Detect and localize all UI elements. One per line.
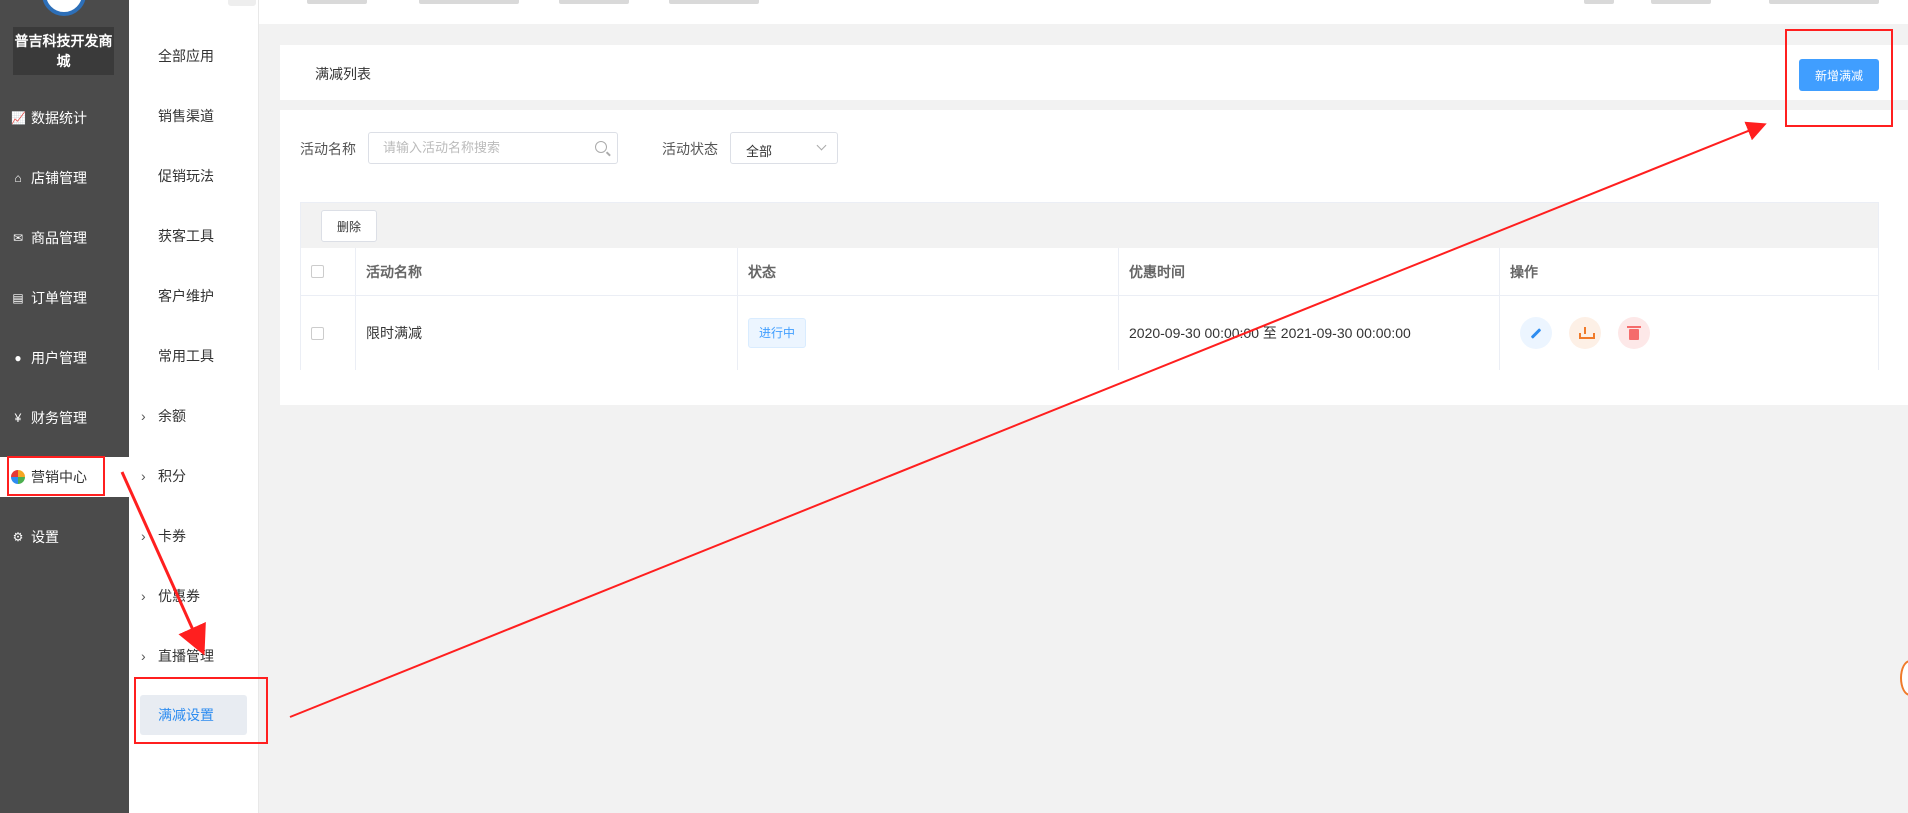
- arrow-to-fullreduction: [120, 471, 206, 656]
- annotation-arrows: [120, 121, 1767, 718]
- arrow-to-add-button: [289, 121, 1767, 718]
